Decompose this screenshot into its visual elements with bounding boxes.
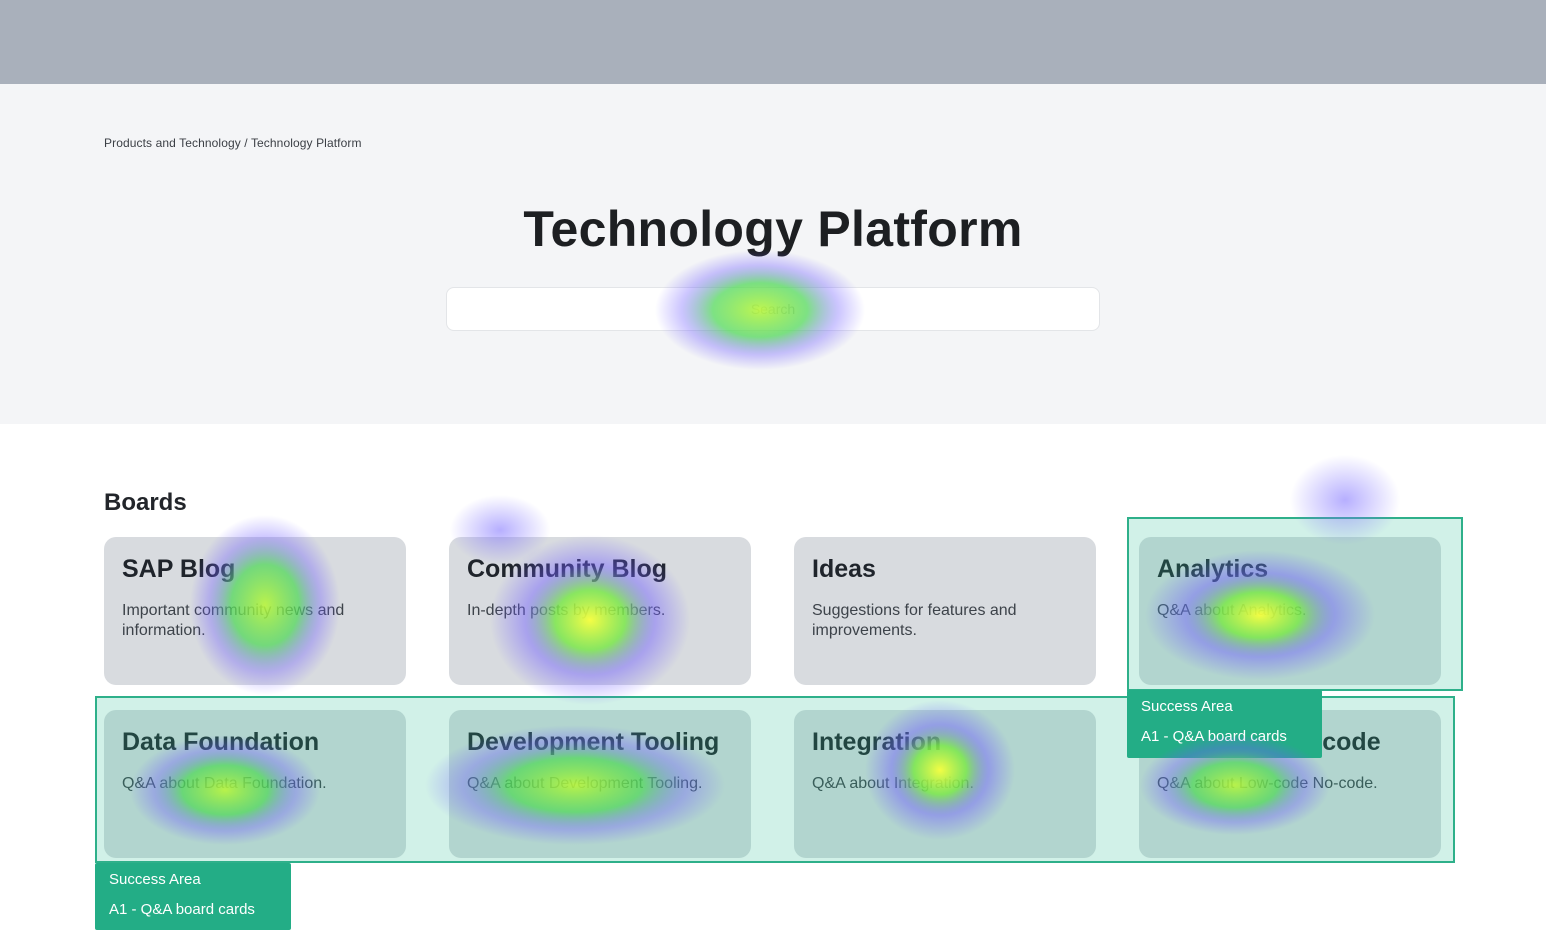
board-card-title: Community Blog (467, 555, 667, 583)
boards-heading: Boards (104, 489, 187, 516)
success-area-label-subtitle: A1 - Q&A board cards (1141, 728, 1287, 745)
breadcrumb: Products and Technology / Technology Pla… (104, 136, 362, 150)
page-title: Technology Platform (523, 201, 1023, 257)
breadcrumb-current: Technology Platform (250, 136, 362, 150)
success-area-box-analytics (1127, 517, 1463, 691)
search-bar[interactable] (446, 287, 1100, 331)
board-card-description: Important community news and information… (122, 602, 345, 639)
success-area-label-title: Success Area (109, 871, 201, 888)
top-navigation-bar (0, 0, 1546, 84)
board-card-community-blog[interactable]: Community Blog In-depth posts by members… (449, 537, 751, 685)
board-card-title: SAP Blog (122, 555, 236, 583)
success-area-label-subtitle: A1 - Q&A board cards (109, 901, 255, 918)
success-area-label: Success Area A1 - Q&A board cards (1127, 690, 1322, 758)
breadcrumb-separator: / (240, 136, 251, 150)
success-area-label: Success Area A1 - Q&A board cards (95, 863, 291, 930)
breadcrumb-link-products[interactable]: Products and Technology (104, 136, 241, 150)
board-card-description: Suggestions for features and improvement… (812, 602, 1017, 639)
board-card-title: Ideas (812, 555, 876, 583)
board-card-description: In-depth posts by members. (467, 602, 666, 619)
board-card-sap-blog[interactable]: SAP Blog Important community news and in… (104, 537, 406, 685)
search-input[interactable] (447, 288, 1099, 330)
board-card-ideas[interactable]: Ideas Suggestions for features and impro… (794, 537, 1096, 685)
success-area-label-title: Success Area (1141, 698, 1233, 715)
